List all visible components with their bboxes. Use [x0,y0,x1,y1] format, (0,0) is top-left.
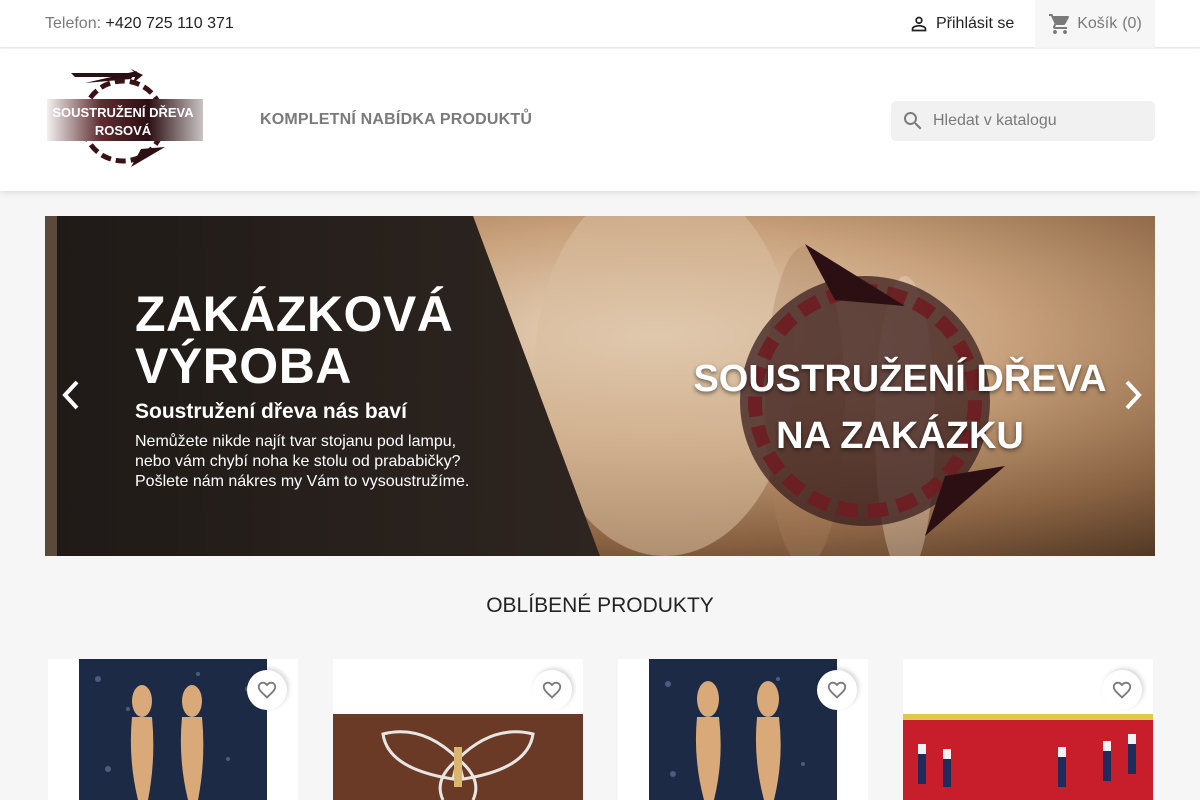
search-icon[interactable] [901,109,925,133]
nav-all-products[interactable]: KOMPLETNÍ NABÍDKA PRODUKTŮ [260,111,532,129]
chevron-right-icon[interactable] [1123,378,1143,412]
top-bar: Telefon: +420 725 110 371 Přihlásit se K… [0,0,1200,48]
phone-number[interactable]: +420 725 110 371 [106,15,234,32]
product-card[interactable] [48,659,298,800]
hero-image-caption: SOUSTRUŽENÍ DŘEVA NA ZAKÁZKU [685,351,1115,465]
product-card[interactable] [618,659,868,800]
login-link[interactable]: Přihlásit se [908,13,1014,35]
site-header: SOUSTRUŽENÍ DŘEVA ROSOVÁ KOMPLETNÍ NABÍD… [0,49,1200,191]
site-logo[interactable]: SOUSTRUŽENÍ DŘEVA ROSOVÁ [45,69,205,173]
cart-icon [1049,14,1070,34]
hero-description: Nemůžete nikde najít tvar stojanu pod la… [135,433,470,490]
heart-outline-icon [1112,681,1132,699]
svg-text:SOUSTRUŽENÍ DŘEVA: SOUSTRUŽENÍ DŘEVA [52,105,194,120]
hero-image-line2: NA ZAKÁZKU [776,415,1024,457]
cart-count: (0) [1122,15,1142,32]
phone-label: Telefon: [45,15,102,32]
contact-phone: Telefon: +420 725 110 371 [45,15,234,33]
wishlist-button[interactable] [532,670,572,710]
hero-title: ZAKÁZKOVÁ VÝROBA [135,288,453,392]
heart-outline-icon [542,681,562,699]
hero-image-line1: SOUSTRUŽENÍ DŘEVA [693,358,1107,400]
heart-outline-icon [257,681,277,699]
cart-button[interactable]: Košík (0) [1035,0,1155,48]
hero-title-line2: VÝROBA [135,338,352,394]
login-label: Přihlásit se [936,15,1015,32]
hero-title-line1: ZAKÁZKOVÁ [135,286,454,342]
person-icon [911,16,927,32]
search-input[interactable] [933,112,1143,130]
svg-text:ROSOVÁ: ROSOVÁ [95,123,152,138]
product-card[interactable] [903,659,1153,800]
hero-subtitle: Soustružení dřeva nás baví [135,400,407,423]
chevron-left-icon[interactable] [61,378,81,412]
popular-products-title: OBLÍBENÉ PRODUKTY [486,594,714,617]
hero-slider: ZAKÁZKOVÁ VÝROBA Soustružení dřeva nás b… [45,216,1155,556]
product-card[interactable] [333,659,583,800]
wishlist-button[interactable] [1102,670,1142,710]
wishlist-button[interactable] [817,670,857,710]
cart-label: Košík [1077,15,1118,32]
wishlist-button[interactable] [247,670,287,710]
search-box [891,101,1155,141]
heart-outline-icon [827,681,847,699]
